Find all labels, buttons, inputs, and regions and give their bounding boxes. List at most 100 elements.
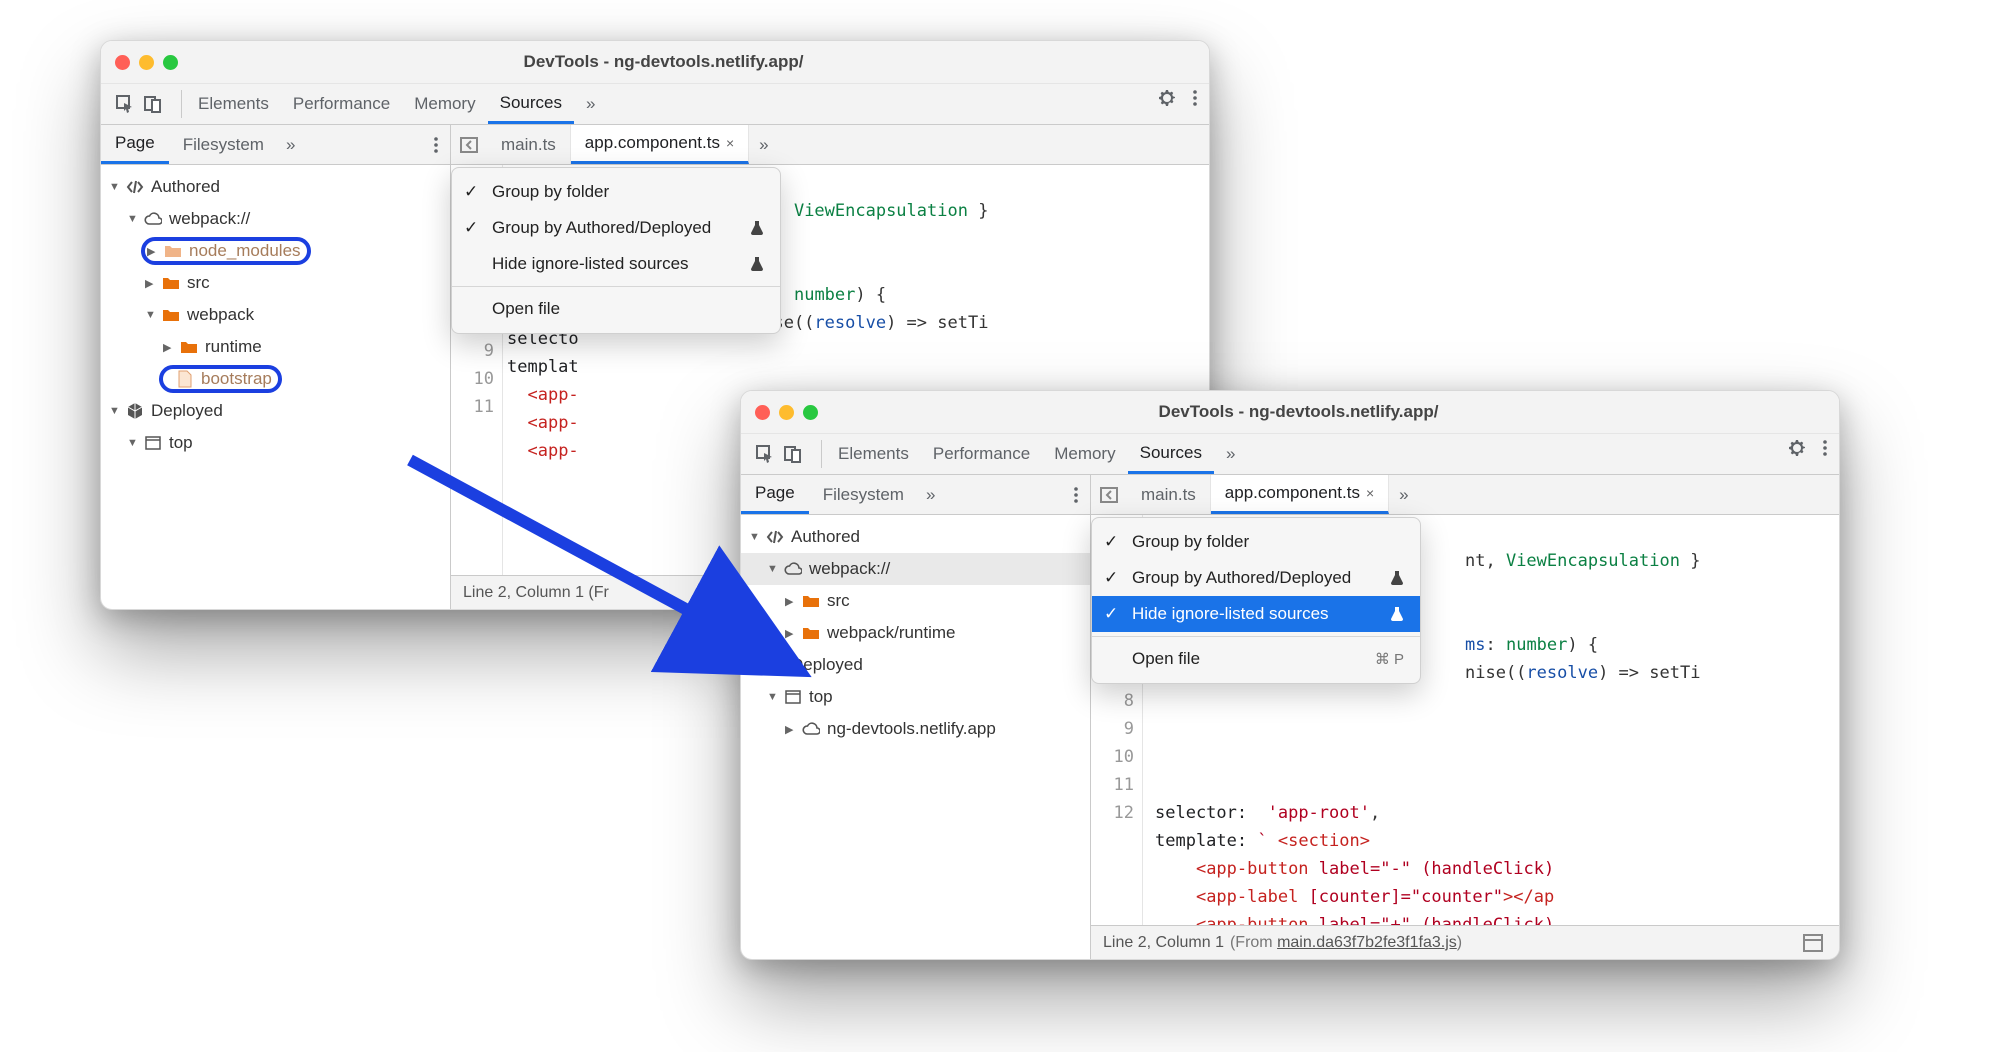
menu-open-file[interactable]: Open file — [452, 291, 780, 327]
nav-tab-filesystem[interactable]: Filesystem — [169, 125, 278, 164]
cube-icon — [125, 402, 145, 420]
navigator-context-menu: ✓Group by folder ✓Group by Authored/Depl… — [451, 167, 781, 334]
tree-node-modules[interactable]: ▶ node_modules — [101, 235, 450, 267]
tree-bootstrap[interactable]: bootstrap — [101, 363, 450, 395]
tree-src[interactable]: ▶ src — [101, 267, 450, 299]
experiment-flask-icon — [750, 256, 764, 272]
kebab-menu-icon[interactable] — [1811, 434, 1839, 462]
tree-webpack-runtime[interactable]: ▶ webpack/runtime — [741, 617, 1090, 649]
device-toggle-icon[interactable] — [139, 90, 167, 118]
menu-group-by-folder[interactable]: ✓Group by folder — [452, 174, 780, 210]
cloud-icon — [143, 212, 163, 226]
inspect-element-icon[interactable] — [751, 440, 779, 468]
tree-authored[interactable]: ▼ Authored — [741, 521, 1090, 553]
window-title: DevTools - ng-devtools.netlify.app/ — [192, 52, 1195, 72]
menu-group-by-authored[interactable]: ✓Group by Authored/Deployed — [452, 210, 780, 246]
file-navigator: ▼ Authored ▼ webpack:// ▶ src ▶ — [741, 515, 1091, 959]
experiment-flask-icon — [750, 220, 764, 236]
frame-icon — [143, 436, 163, 450]
device-toggle-icon[interactable] — [779, 440, 807, 468]
show-console-drawer-icon[interactable] — [1799, 929, 1827, 957]
menu-group-by-folder[interactable]: ✓Group by folder — [1092, 524, 1420, 560]
source-map-link[interactable]: main.da63f7b2fe3f1fa3.js — [1277, 934, 1457, 951]
tab-performance[interactable]: Performance — [921, 434, 1042, 474]
tree-runtime[interactable]: ▶ runtime — [101, 331, 450, 363]
navigator-kebab-icon[interactable] — [422, 131, 450, 159]
cloud-icon — [783, 562, 803, 576]
file-tab-label: app.component.ts — [1225, 483, 1360, 503]
nav-tab-page[interactable]: Page — [101, 125, 169, 164]
titlebar: DevTools - ng-devtools.netlify.app/ — [101, 41, 1209, 83]
file-tab-app-component[interactable]: app.component.ts × — [571, 125, 749, 164]
cube-icon — [765, 656, 785, 674]
settings-gear-icon[interactable] — [1783, 434, 1811, 462]
experiment-flask-icon — [1390, 606, 1404, 622]
code-icon — [125, 178, 145, 196]
file-icon — [175, 370, 195, 388]
menu-open-file[interactable]: Open file ⌘ P — [1092, 641, 1420, 677]
maximize-window[interactable] — [163, 55, 178, 70]
tab-elements[interactable]: Elements — [826, 434, 921, 474]
show-navigator-icon[interactable] — [1095, 481, 1123, 509]
nav-tab-filesystem[interactable]: Filesystem — [809, 475, 918, 514]
file-navigator: ▼ Authored ▼ webpack:// ▶ node_modules — [101, 165, 451, 609]
panels-overflow[interactable]: » — [574, 84, 607, 124]
navigator-context-menu: ✓Group by folder ✓Group by Authored/Depl… — [1091, 517, 1421, 684]
tab-performance[interactable]: Performance — [281, 84, 402, 124]
tree-authored[interactable]: ▼ Authored — [101, 171, 450, 203]
tree-deployed[interactable]: ▼ Deployed — [741, 649, 1090, 681]
tab-sources[interactable]: Sources — [1128, 434, 1214, 474]
folder-icon — [801, 594, 821, 608]
close-icon[interactable]: × — [1366, 485, 1374, 501]
panels-overflow[interactable]: » — [1214, 434, 1247, 474]
folder-icon — [161, 276, 181, 290]
close-icon[interactable]: × — [726, 135, 734, 151]
minimize-window[interactable] — [779, 405, 794, 420]
nav-tab-page[interactable]: Page — [741, 475, 809, 514]
tree-webpack-root[interactable]: ▼ webpack:// — [101, 203, 450, 235]
maximize-window[interactable] — [803, 405, 818, 420]
tab-memory[interactable]: Memory — [1042, 434, 1127, 474]
nav-overflow[interactable]: » — [918, 485, 943, 505]
file-tab-label: main.ts — [1141, 485, 1196, 505]
menu-hide-ignored[interactable]: Hide ignore-listed sources — [452, 246, 780, 282]
folder-icon — [179, 340, 199, 354]
file-tabs-overflow[interactable]: » — [1389, 485, 1418, 505]
show-navigator-icon[interactable] — [455, 131, 483, 159]
tree-webpack-root[interactable]: ▼ webpack:// — [741, 553, 1090, 585]
file-tab-app-component[interactable]: app.component.ts × — [1211, 475, 1389, 514]
cloud-icon — [801, 722, 821, 736]
tree-webpack-folder[interactable]: ▼ webpack — [101, 299, 450, 331]
tree-site[interactable]: ▶ ng-devtools.netlify.app — [741, 713, 1090, 745]
settings-gear-icon[interactable] — [1153, 84, 1181, 112]
file-tab-main[interactable]: main.ts — [1127, 475, 1211, 514]
tree-src[interactable]: ▶ src — [741, 585, 1090, 617]
file-tab-label: app.component.ts — [585, 133, 720, 153]
file-tab-main[interactable]: main.ts — [487, 125, 571, 164]
close-window[interactable] — [755, 405, 770, 420]
experiment-flask-icon — [1390, 570, 1404, 586]
sources-subbar: Page Filesystem » main.ts app.component.… — [101, 125, 1209, 165]
cursor-position: Line 2, Column 1 — [1103, 934, 1224, 952]
folder-icon — [801, 626, 821, 640]
devtools-toolbar: Elements Performance Memory Sources » — [101, 83, 1209, 125]
file-tab-label: main.ts — [501, 135, 556, 155]
file-tabs-overflow[interactable]: » — [749, 135, 778, 155]
inspect-element-icon[interactable] — [111, 90, 139, 118]
tab-elements[interactable]: Elements — [186, 84, 281, 124]
minimize-window[interactable] — [139, 55, 154, 70]
tree-deployed[interactable]: ▼ Deployed — [101, 395, 450, 427]
tree-top[interactable]: ▼ top — [101, 427, 450, 459]
nav-overflow[interactable]: » — [278, 135, 303, 155]
navigator-kebab-icon[interactable] — [1062, 481, 1090, 509]
kebab-menu-icon[interactable] — [1181, 84, 1209, 112]
tree-top[interactable]: ▼ top — [741, 681, 1090, 713]
menu-hide-ignored[interactable]: ✓Hide ignore-listed sources — [1092, 596, 1420, 632]
window-title: DevTools - ng-devtools.netlify.app/ — [832, 402, 1825, 422]
close-window[interactable] — [115, 55, 130, 70]
devtools-window-after: DevTools - ng-devtools.netlify.app/ Elem… — [740, 390, 1840, 960]
sources-subbar: Page Filesystem » main.ts app.component.… — [741, 475, 1839, 515]
menu-group-by-authored[interactable]: ✓Group by Authored/Deployed — [1092, 560, 1420, 596]
tab-sources[interactable]: Sources — [488, 84, 574, 124]
tab-memory[interactable]: Memory — [402, 84, 487, 124]
